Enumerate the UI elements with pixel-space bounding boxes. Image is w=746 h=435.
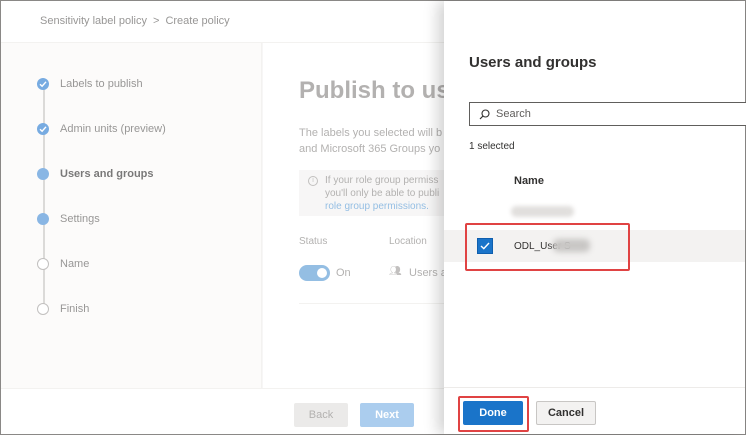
cancel-button[interactable]: Cancel — [536, 401, 596, 425]
search-input[interactable] — [496, 106, 736, 122]
highlight-selected-row — [465, 223, 630, 271]
highlight-done-button — [458, 396, 529, 432]
search-icon — [479, 109, 490, 120]
column-header-name[interactable]: Name — [514, 175, 544, 187]
search-box[interactable] — [469, 102, 746, 126]
redacted-list-item[interactable] — [511, 206, 574, 217]
panel-title: Users and groups — [469, 54, 597, 71]
users-and-groups-panel: Users and groups 1 selected Name ODL_Use… — [444, 1, 746, 434]
selected-count: 1 selected — [469, 141, 515, 152]
